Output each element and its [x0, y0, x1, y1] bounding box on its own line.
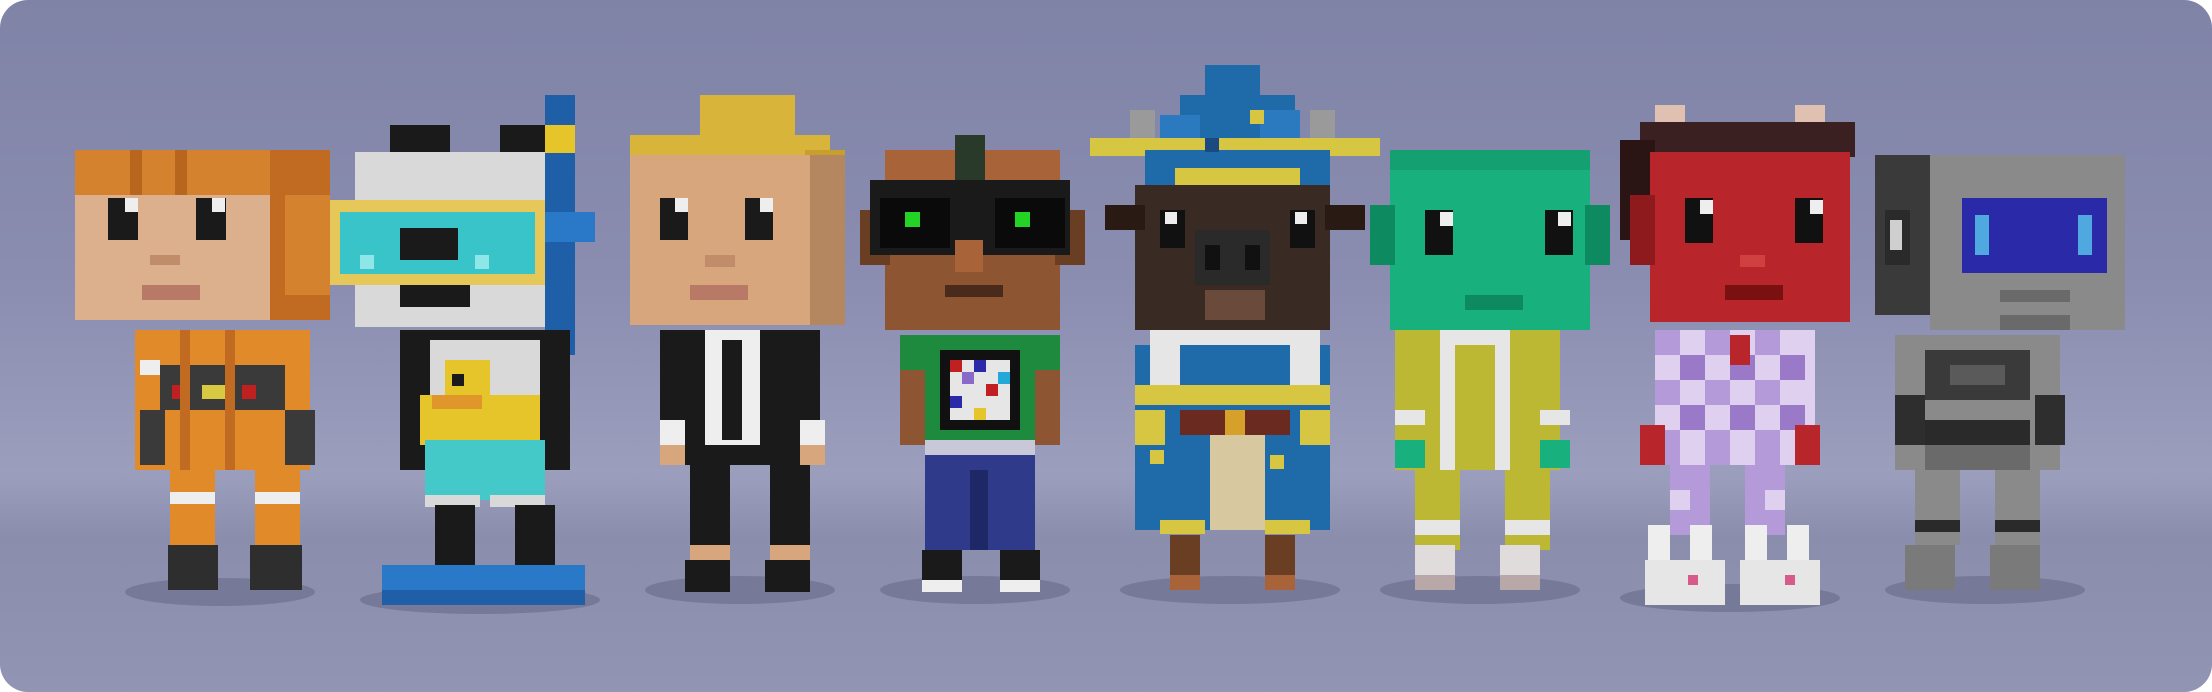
character-grey-robot	[1875, 155, 2125, 604]
character-panda-snorkel	[330, 95, 600, 614]
character-bison-wizard	[1090, 65, 1380, 604]
voxel-characters	[75, 65, 2125, 614]
character-blond-suit	[630, 95, 845, 604]
character-red-devil-pajama	[1620, 105, 1855, 612]
scene-frame	[0, 0, 2212, 692]
character-orange-hair-kid	[75, 150, 330, 606]
character-brown-sunglasses	[860, 135, 1085, 604]
character-green-alien	[1370, 150, 1610, 604]
